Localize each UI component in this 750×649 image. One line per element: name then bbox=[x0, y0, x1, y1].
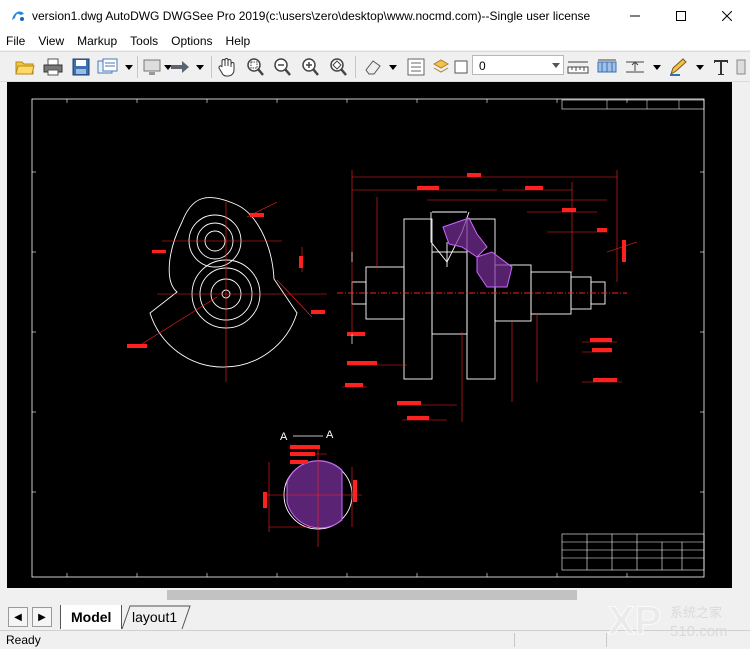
minimize-icon bbox=[630, 15, 640, 17]
chevron-down-icon bbox=[696, 64, 704, 70]
end-view-dims bbox=[136, 201, 327, 382]
layer-select-value: 0 bbox=[479, 59, 486, 73]
menu-bar: File View Markup Tools Options Help bbox=[0, 32, 750, 50]
pen-button[interactable] bbox=[667, 56, 689, 78]
more-tools-button[interactable] bbox=[735, 56, 747, 78]
svg-text:XP: XP bbox=[608, 599, 661, 643]
open-folder-icon bbox=[15, 61, 35, 75]
status-panel-1 bbox=[514, 633, 515, 647]
section-label-a-left: A bbox=[280, 431, 288, 443]
revision-block bbox=[561, 99, 705, 110]
zoom-in-button[interactable] bbox=[299, 56, 321, 78]
pen-dropdown[interactable] bbox=[695, 56, 705, 78]
app-logo-icon bbox=[10, 8, 26, 24]
save-button[interactable] bbox=[70, 56, 92, 78]
cad-drawing: A A bbox=[31, 98, 705, 578]
zoom-window-icon bbox=[247, 58, 264, 76]
next-page-button[interactable] bbox=[169, 56, 191, 78]
measure-icon bbox=[567, 61, 589, 74]
tab-outline bbox=[121, 605, 191, 630]
toolbar bbox=[0, 51, 750, 82]
open-button[interactable] bbox=[14, 56, 36, 78]
chevron-down-icon bbox=[389, 64, 397, 70]
export-icon bbox=[97, 58, 118, 74]
side-view-labels bbox=[345, 173, 626, 420]
distance-button[interactable] bbox=[624, 56, 646, 78]
navigate-dropdown[interactable] bbox=[195, 56, 205, 78]
zoom-out-button[interactable] bbox=[271, 56, 293, 78]
status-panel-2 bbox=[606, 633, 607, 647]
menu-markup[interactable]: Markup bbox=[71, 34, 124, 48]
dimension-button[interactable] bbox=[596, 56, 618, 78]
zoom-extents-button[interactable] bbox=[327, 56, 349, 78]
export-dropdown[interactable] bbox=[124, 56, 134, 78]
maximize-icon bbox=[676, 11, 686, 21]
properties-button[interactable] bbox=[405, 56, 427, 78]
zoom-out-icon bbox=[274, 58, 291, 76]
erase-markup-button[interactable] bbox=[362, 56, 384, 78]
horizontal-scroll-thumb[interactable] bbox=[167, 590, 577, 600]
window-title: version1.dwg AutoDWG DWGSee Pro 2019(c:\… bbox=[32, 9, 591, 23]
arrow-right-icon bbox=[171, 61, 189, 73]
markup-dropdown[interactable] bbox=[388, 56, 398, 78]
close-icon bbox=[722, 11, 732, 21]
save-icon bbox=[72, 58, 90, 76]
pan-button[interactable] bbox=[216, 56, 238, 78]
hatch-region bbox=[442, 217, 513, 288]
menu-view[interactable]: View bbox=[32, 34, 71, 48]
section-label-a-right: A bbox=[326, 429, 334, 441]
measure-button[interactable] bbox=[567, 56, 589, 78]
zoom-window-button[interactable] bbox=[244, 56, 266, 78]
title-bar: version1.dwg AutoDWG DWGSee Pro 2019(c:\… bbox=[0, 0, 750, 32]
section-view bbox=[263, 435, 362, 547]
drawing-canvas[interactable]: A A bbox=[7, 82, 742, 588]
watermark-logo: XP 系统之家 510.com bbox=[608, 599, 728, 644]
layer-color-swatch[interactable] bbox=[450, 56, 472, 78]
layer-icon bbox=[432, 59, 450, 73]
watermark-brand: 系统之家 bbox=[670, 605, 722, 621]
chevron-down-icon bbox=[549, 56, 563, 74]
vertical-scrollbar[interactable] bbox=[732, 82, 742, 588]
more-icon bbox=[736, 59, 746, 75]
layer-color-icon bbox=[454, 60, 468, 74]
layer-select[interactable]: 0 bbox=[472, 55, 564, 75]
status-text: Ready bbox=[6, 633, 41, 647]
chevron-down-icon bbox=[653, 64, 661, 70]
distance-icon bbox=[626, 61, 644, 73]
zoom-in-icon bbox=[302, 58, 319, 76]
monitor-button[interactable] bbox=[141, 56, 163, 78]
text-button[interactable] bbox=[710, 56, 732, 78]
dimension-icon bbox=[597, 59, 617, 73]
side-view-dims bbox=[342, 170, 638, 422]
eraser-icon bbox=[365, 60, 381, 75]
print-icon bbox=[43, 58, 63, 76]
minimize-button[interactable] bbox=[612, 0, 658, 32]
maximize-button[interactable] bbox=[658, 0, 704, 32]
title-block bbox=[561, 533, 705, 571]
chevron-down-icon bbox=[125, 64, 133, 70]
menu-file[interactable]: File bbox=[0, 34, 32, 48]
distance-dropdown[interactable] bbox=[652, 56, 662, 78]
watermark-site: 510.com bbox=[670, 623, 728, 640]
close-button[interactable] bbox=[704, 0, 750, 32]
layer-manager-button[interactable] bbox=[430, 56, 452, 78]
pen-icon bbox=[670, 58, 687, 76]
monitor-icon bbox=[143, 59, 161, 75]
end-view bbox=[149, 197, 298, 368]
print-button[interactable] bbox=[42, 56, 64, 78]
menu-help[interactable]: Help bbox=[220, 34, 258, 48]
site-watermark: XP 系统之家 510.com bbox=[608, 598, 748, 646]
menu-options[interactable]: Options bbox=[165, 34, 219, 48]
side-view bbox=[337, 211, 627, 380]
properties-icon bbox=[407, 58, 425, 76]
pan-hand-icon bbox=[218, 58, 235, 77]
menu-tools[interactable]: Tools bbox=[124, 34, 165, 48]
text-icon bbox=[714, 60, 728, 75]
chevron-down-icon bbox=[196, 64, 204, 70]
export-button[interactable] bbox=[97, 56, 119, 78]
zoom-extents-icon bbox=[330, 58, 347, 76]
